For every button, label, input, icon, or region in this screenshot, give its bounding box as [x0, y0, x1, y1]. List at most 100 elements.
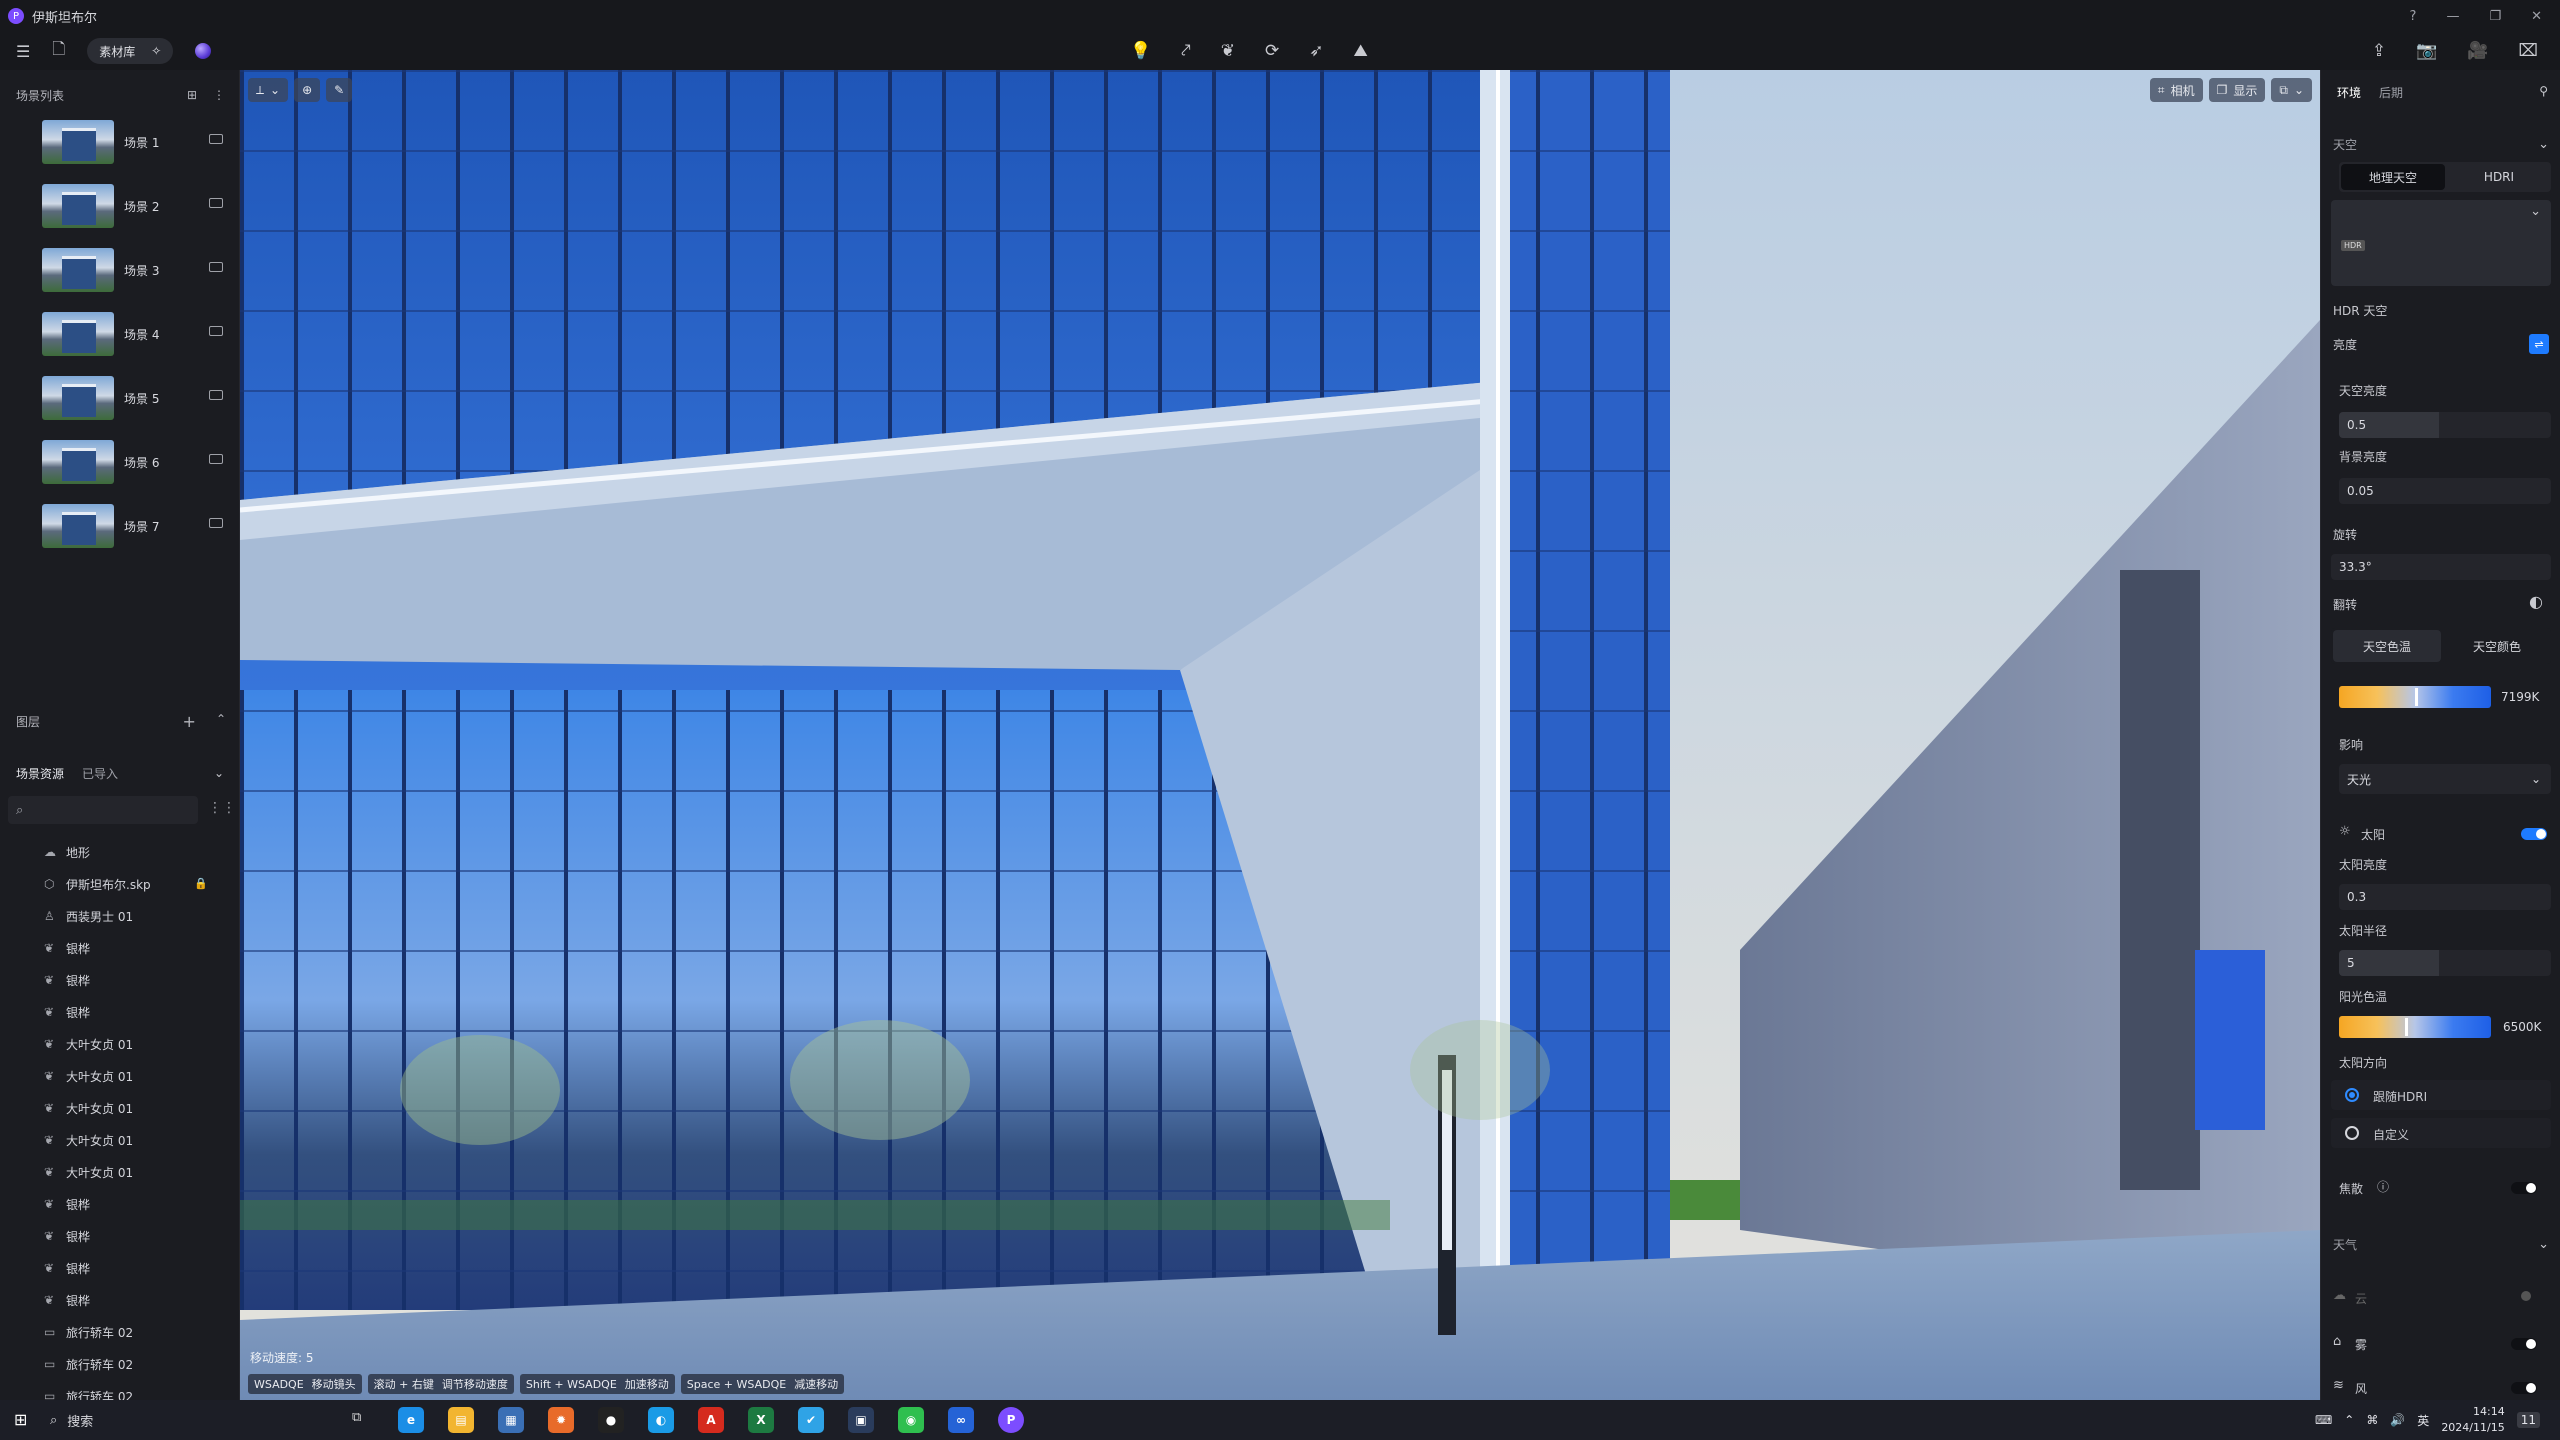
- sun-temp-slider[interactable]: [2339, 1016, 2491, 1038]
- filter-icon[interactable]: ⌄: [214, 766, 224, 780]
- sky-temp-slider[interactable]: [2339, 686, 2491, 708]
- keyboard-icon[interactable]: ⌨: [2315, 1413, 2332, 1427]
- sun-brightness-input[interactable]: 0.3: [2339, 884, 2551, 910]
- scatter-toggle[interactable]: [2511, 1182, 2537, 1194]
- view-mode-button[interactable]: ⧉ ⌄: [2271, 78, 2312, 102]
- camera-button[interactable]: ⌗ 相机: [2149, 78, 2203, 102]
- adjust-icon[interactable]: ⇌: [2529, 334, 2549, 354]
- hdri-selector[interactable]: ⌄ HDR: [2331, 200, 2551, 286]
- minimize-button[interactable]: —: [2446, 9, 2459, 24]
- tree-item[interactable]: ❦ 大叶女贞 01: [0, 1028, 240, 1060]
- tree-item[interactable]: ▭ 旅行轿车 02: [0, 1348, 240, 1380]
- tree-item[interactable]: ☁ 地形: [0, 836, 240, 868]
- collapse-icon[interactable]: ⌃: [216, 712, 226, 731]
- tree-item[interactable]: ❦ 银桦: [0, 996, 240, 1028]
- tree-item[interactable]: ❦ 银桦: [0, 1188, 240, 1220]
- app-active-icon[interactable]: ✔: [798, 1407, 824, 1433]
- edge-icon[interactable]: e: [398, 1407, 424, 1433]
- tree-item[interactable]: ⬡ 伊斯坦布尔.skp 🔒: [0, 868, 240, 900]
- network-icon[interactable]: ⌘: [2366, 1413, 2378, 1427]
- tree-item[interactable]: ❦ 大叶女贞 01: [0, 1060, 240, 1092]
- camera-icon[interactable]: [209, 518, 223, 528]
- tree-item[interactable]: ❦ 大叶女贞 01: [0, 1092, 240, 1124]
- volume-icon[interactable]: 🔊: [2390, 1413, 2405, 1427]
- seg-hdri[interactable]: HDRI: [2447, 162, 2551, 192]
- tray-chevron-icon[interactable]: ⌃: [2344, 1413, 2354, 1427]
- lock-icon[interactable]: 🔒: [194, 877, 208, 890]
- search-box[interactable]: ⌕: [8, 796, 198, 824]
- browser-icon[interactable]: ◐: [648, 1407, 674, 1433]
- clock[interactable]: 14:14 2024/11/15: [2441, 1404, 2504, 1436]
- globe-button[interactable]: ⊕: [294, 78, 321, 102]
- cloud-toggle[interactable]: [2521, 1291, 2531, 1301]
- follow-hdri-radio[interactable]: [2345, 1088, 2359, 1102]
- camera-icon[interactable]: [209, 198, 223, 208]
- sun-toggle[interactable]: [2521, 828, 2547, 840]
- seg-sky-color[interactable]: 天空颜色: [2443, 628, 2551, 664]
- excel-icon[interactable]: X: [748, 1407, 774, 1433]
- light-icon[interactable]: 💡: [1130, 41, 1151, 61]
- contrast-icon[interactable]: ◐: [2529, 592, 2543, 611]
- camera-icon[interactable]: 📷: [2416, 41, 2437, 61]
- follow-hdri-option[interactable]: 跟随HDRI: [2331, 1080, 2551, 1110]
- tab-post[interactable]: 后期: [2379, 84, 2403, 101]
- fog-toggle[interactable]: [2511, 1338, 2537, 1350]
- sky-temp-handle[interactable]: [2415, 688, 2418, 706]
- bg-brightness-input[interactable]: 0.05: [2339, 478, 2551, 504]
- explorer-icon[interactable]: ▤: [448, 1407, 474, 1433]
- rotation-input[interactable]: 33.3°: [2331, 554, 2551, 580]
- video-icon[interactable]: 🎥: [2467, 41, 2488, 61]
- close-button[interactable]: ✕: [2531, 9, 2542, 24]
- sky-section-header[interactable]: 天空 ⌄: [2321, 130, 2560, 158]
- tab-environment[interactable]: 环境: [2337, 84, 2361, 101]
- tree-item[interactable]: ❦ 银桦: [0, 964, 240, 996]
- tree-item[interactable]: ❦ 大叶女贞 01: [0, 1156, 240, 1188]
- camera-icon[interactable]: [209, 454, 223, 464]
- help-circle-icon[interactable]: ⓘ: [2377, 1178, 2389, 1195]
- leaf-icon[interactable]: ❦: [1221, 41, 1235, 61]
- scene-item[interactable]: 场景 5: [0, 366, 239, 430]
- file-icon[interactable]: 🗋: [52, 38, 65, 65]
- tree-item[interactable]: ❦ 银桦: [0, 1252, 240, 1284]
- sun-radius-input[interactable]: 5: [2339, 950, 2551, 976]
- tab-scene-assets[interactable]: 场景资源: [16, 765, 64, 782]
- help-icon[interactable]: ?: [2410, 9, 2417, 24]
- add-scene-icon[interactable]: ⊞: [187, 88, 197, 102]
- notification-badge[interactable]: 11: [2516, 1412, 2540, 1428]
- rotate-icon[interactable]: ⟳: [1265, 41, 1279, 61]
- calculator-icon[interactable]: ▦: [498, 1407, 524, 1433]
- tree-item[interactable]: ❦ 银桦: [0, 1284, 240, 1316]
- add-layer-icon[interactable]: +: [183, 712, 196, 731]
- d5-render-icon[interactable]: P: [998, 1407, 1024, 1433]
- scene-item[interactable]: 场景 3: [0, 238, 239, 302]
- inbox-icon[interactable]: ⌧: [2518, 41, 2538, 61]
- scene-item[interactable]: 场景 4: [0, 302, 239, 366]
- tree-item[interactable]: ❦ 银桦: [0, 1220, 240, 1252]
- camera-icon[interactable]: [209, 326, 223, 336]
- sun-temp-handle[interactable]: [2405, 1018, 2408, 1036]
- custom-option[interactable]: 自定义: [2331, 1118, 2551, 1148]
- app-gear-icon[interactable]: ✹: [548, 1407, 574, 1433]
- path-icon[interactable]: ⤤: [1181, 41, 1191, 61]
- more-icon[interactable]: ⋮: [213, 88, 225, 102]
- axis-mode-button[interactable]: ⟂ ⌄: [248, 78, 289, 102]
- 3d-viewport[interactable]: ⟂ ⌄ ⊕ ✎ ⌗ 相机 ❐ 显示 ⧉ ⌄ 移动速度: 5 WSADQE 移动镜头 滚动 +…: [240, 70, 2320, 1400]
- ai-orb-icon[interactable]: [195, 43, 212, 59]
- menu-icon[interactable]: ☰: [16, 42, 30, 61]
- seg-geo-sky[interactable]: 地理天空: [2341, 164, 2445, 190]
- eyedropper-button[interactable]: ✎: [326, 78, 353, 102]
- tab-imported[interactable]: 已导入: [82, 765, 118, 782]
- weather-section-header[interactable]: 天气 ⌄: [2321, 1230, 2560, 1258]
- display-button[interactable]: ❐ 显示: [2208, 78, 2266, 102]
- app-link-icon[interactable]: ∞: [948, 1407, 974, 1433]
- ime-indicator[interactable]: 英: [2417, 1412, 2429, 1429]
- influence-select[interactable]: 天光 ⌄: [2339, 764, 2551, 794]
- tree-item[interactable]: ♙ 西装男士 01: [0, 900, 240, 932]
- wechat-icon[interactable]: ◉: [898, 1407, 924, 1433]
- restore-button[interactable]: ❐: [2489, 9, 2501, 24]
- camera-icon[interactable]: [209, 134, 223, 144]
- camera-icon[interactable]: [209, 390, 223, 400]
- scene-item[interactable]: 场景 2: [0, 174, 239, 238]
- seg-sky-temp[interactable]: 天空色温: [2333, 630, 2441, 662]
- tree-item[interactable]: ❦ 银桦: [0, 932, 240, 964]
